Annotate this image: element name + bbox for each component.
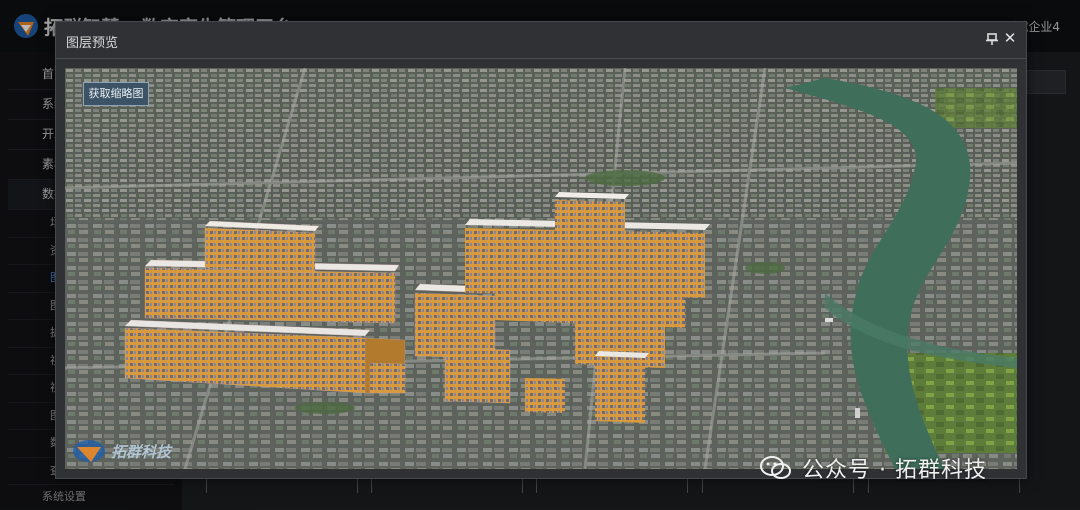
pin-icon[interactable] [984, 31, 1000, 47]
3d-scene-viewport[interactable]: 获取缩略图 拓群科技 [65, 68, 1017, 469]
watermark-text: 拓群科技 [111, 443, 172, 461]
watermark-logo-icon [73, 440, 105, 462]
dialog-header[interactable]: 图层预览 ✕ [56, 22, 1026, 59]
external-watermark: 公众号 · 拓群科技 [802, 458, 987, 483]
close-icon[interactable]: ✕ [1002, 30, 1018, 46]
aerial-3d-scene [65, 68, 1017, 469]
layer-preview-dialog: 图层预览 ✕ 获取缩略图 拓群科技 [55, 21, 1027, 479]
get-thumbnail-button[interactable]: 获取缩略图 [83, 82, 149, 106]
dialog-title: 图层预览 [66, 36, 119, 51]
